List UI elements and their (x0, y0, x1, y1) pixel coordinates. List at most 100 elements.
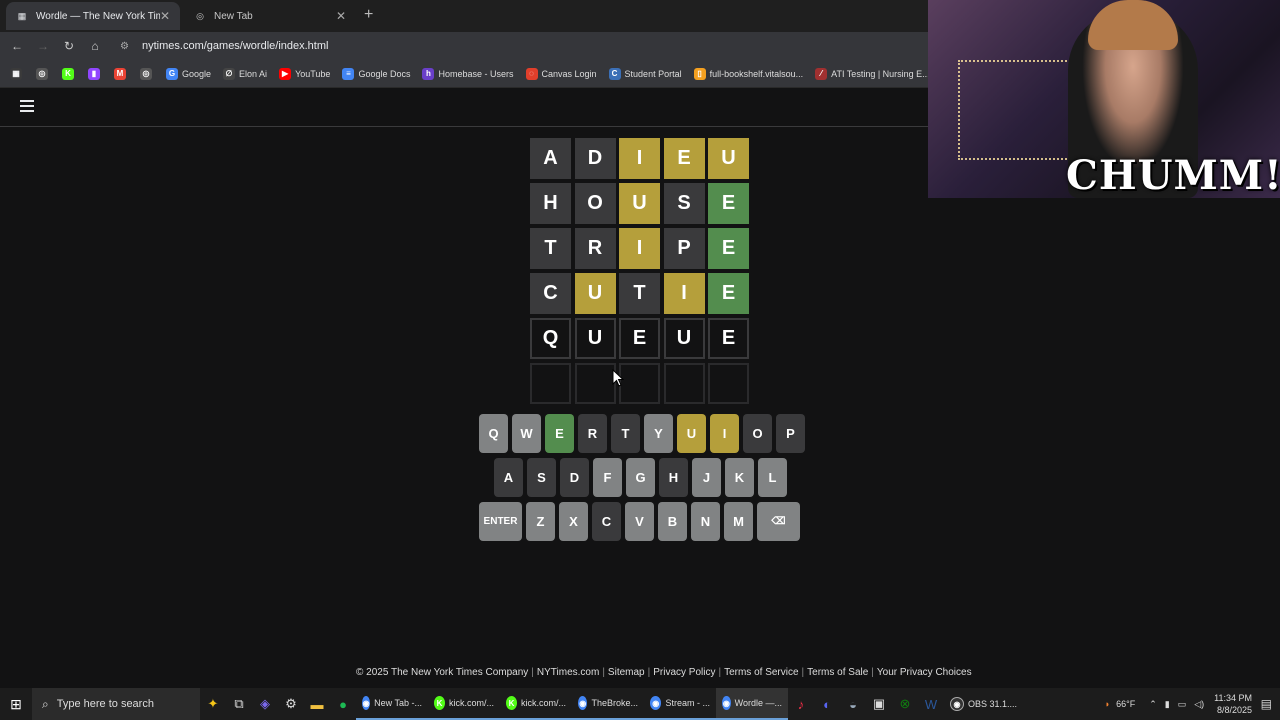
key-j[interactable]: J (692, 458, 721, 497)
new-tab-button[interactable]: + (364, 6, 373, 24)
portal-icon: C (608, 67, 621, 80)
task-view-icon[interactable]: ⧉ (226, 688, 252, 720)
taskbar-app[interactable]: ◉ New Tab -... (356, 688, 428, 720)
key-d[interactable]: D (560, 458, 589, 497)
clock[interactable]: 11:34 PM 8/8/2025 (1214, 692, 1252, 716)
key-f[interactable]: F (593, 458, 622, 497)
menu-icon[interactable] (20, 100, 34, 112)
bookmark-google-docs[interactable]: ≡ Google Docs (342, 67, 410, 80)
key-a[interactable]: A (494, 458, 523, 497)
forward-icon[interactable]: → (30, 39, 56, 53)
bookmark-ati-testing-nursing-e[interactable]: ⁄ ATI Testing | Nursing E... (815, 67, 928, 80)
chevron-up-icon[interactable]: ⌃ (1149, 699, 1157, 710)
key-q[interactable]: Q (479, 414, 508, 453)
key-s[interactable]: S (527, 458, 556, 497)
taskbar-app-obs[interactable]: ◉ OBS 31.1.... (944, 688, 1024, 720)
weather-icon[interactable]: ◗ (1105, 699, 1110, 709)
bookmark-apps[interactable]: ▦ (10, 67, 26, 80)
temperature[interactable]: 66°F (1116, 699, 1135, 709)
key-w[interactable]: W (512, 414, 541, 453)
epic-icon[interactable]: ▣ (866, 688, 892, 720)
key-x[interactable]: X (559, 502, 588, 541)
back-icon[interactable]: ← (4, 39, 30, 53)
footer-link[interactable]: Terms of Service (724, 667, 798, 678)
bookmark-globe[interactable]: ◎ (140, 67, 156, 80)
network-icon[interactable]: ▭ (1178, 699, 1187, 710)
key-e[interactable]: E (545, 414, 574, 453)
bookmark-homebase-users[interactable]: h Homebase - Users (422, 67, 514, 80)
bookmark-student-portal[interactable]: C Student Portal (608, 67, 682, 80)
tab-wordle[interactable]: ▦ Wordle — The New York Times ✕ (6, 2, 180, 30)
close-icon[interactable]: ✕ (160, 9, 170, 23)
key-u[interactable]: U (677, 414, 706, 453)
chrome-icon: ◎ (196, 10, 204, 21)
docs-icon: ≡ (342, 67, 355, 80)
taskbar-app[interactable]: ◉ Stream - ... (644, 688, 716, 720)
copilot-icon[interactable]: ◈ (252, 688, 278, 720)
bookmark-canvas-login[interactable]: ◌ Canvas Login (525, 67, 597, 80)
key-c[interactable]: C (592, 502, 621, 541)
key-g[interactable]: G (626, 458, 655, 497)
folder-icon[interactable]: ▬ (304, 688, 330, 720)
itunes-icon[interactable]: ♪ (788, 688, 814, 720)
reload-icon[interactable]: ↻ (56, 39, 82, 53)
url-text[interactable]: nytimes.com/games/wordle/index.html (142, 40, 328, 52)
spotify-icon[interactable]: ● (330, 688, 356, 720)
footer-link[interactable]: Terms of Sale (807, 667, 868, 678)
site-info-icon[interactable]: ⚙ (120, 41, 136, 52)
key-k[interactable]: K (725, 458, 754, 497)
bookmark-twitch[interactable]: ▮ (88, 67, 104, 80)
bookmark-kick[interactable]: K (62, 67, 78, 80)
bookmark-youtube[interactable]: ▶ YouTube (279, 67, 330, 80)
word-icon[interactable]: W (918, 688, 944, 720)
grid-icon: ▦ (17, 10, 27, 21)
notification-icon[interactable]: ▤ (1261, 697, 1272, 711)
key-p[interactable]: P (776, 414, 805, 453)
board-tile: I (663, 273, 705, 314)
bookmark-elon-ai[interactable]: ∅ Elon Ai (223, 67, 267, 80)
windows-taskbar: ⊞ ⌕ Type here to search ✦ ⧉ ◈ ⚙ ▬ ● ◉ New… (0, 688, 1280, 720)
taskbar-app[interactable]: ◉ TheBroke... (572, 688, 644, 720)
string-lights (958, 60, 1078, 160)
footer-link[interactable]: Privacy Policy (653, 667, 715, 678)
key-i[interactable]: I (710, 414, 739, 453)
footer-link[interactable]: NYTimes.com (537, 667, 599, 678)
bookmark-gmail[interactable]: M (114, 67, 130, 80)
key-y[interactable]: Y (644, 414, 673, 453)
backspace-icon[interactable]: ⌫ (757, 502, 800, 541)
address-bar[interactable]: ⚙ nytimes.com/games/wordle/index.html (114, 34, 922, 58)
key-t[interactable]: T (611, 414, 640, 453)
footer-separator: | (602, 667, 605, 678)
home-icon[interactable]: ⌂ (82, 39, 108, 53)
close-icon[interactable]: ✕ (336, 9, 346, 23)
tab-new-tab[interactable]: ◎ New Tab ✕ (184, 2, 356, 30)
taskbar-app[interactable]: Kkick.com/... (500, 688, 572, 720)
windows-start-icon[interactable]: ⊞ (0, 688, 32, 720)
settings-icon[interactable]: ⚙ (278, 688, 304, 720)
sparkle-icon[interactable]: ✦ (200, 688, 226, 720)
discord-icon[interactable]: ◐ (814, 688, 840, 720)
bookmark-globe[interactable]: ◎ (36, 67, 52, 80)
microphone-icon[interactable]: ▮ (1165, 699, 1170, 710)
xbox-icon[interactable]: ⊗ (892, 688, 918, 720)
key-n[interactable]: N (691, 502, 720, 541)
steam-icon[interactable]: ◒ (840, 688, 866, 720)
bookmark-full-bookshelf-vitalsou[interactable]: ▯ full-bookshelf.vitalsou... (693, 67, 803, 80)
key-h[interactable]: H (659, 458, 688, 497)
board-tile: S (663, 183, 705, 224)
key-v[interactable]: V (625, 502, 654, 541)
key-r[interactable]: R (578, 414, 607, 453)
volume-icon[interactable]: ◁) (1194, 699, 1204, 710)
key-z[interactable]: Z (526, 502, 555, 541)
key-b[interactable]: B (658, 502, 687, 541)
key-m[interactable]: M (724, 502, 753, 541)
key-enter[interactable]: ENTER (479, 502, 522, 541)
footer-link[interactable]: Your Privacy Choices (877, 667, 972, 678)
footer-link[interactable]: Sitemap (608, 667, 645, 678)
key-o[interactable]: O (743, 414, 772, 453)
key-l[interactable]: L (758, 458, 787, 497)
taskbar-app[interactable]: ◉ Wordle —... (716, 688, 788, 720)
taskbar-search[interactable]: ⌕ Type here to search (32, 688, 200, 720)
bookmark-google[interactable]: G Google (166, 67, 211, 80)
taskbar-app[interactable]: Kkick.com/... (428, 688, 500, 720)
